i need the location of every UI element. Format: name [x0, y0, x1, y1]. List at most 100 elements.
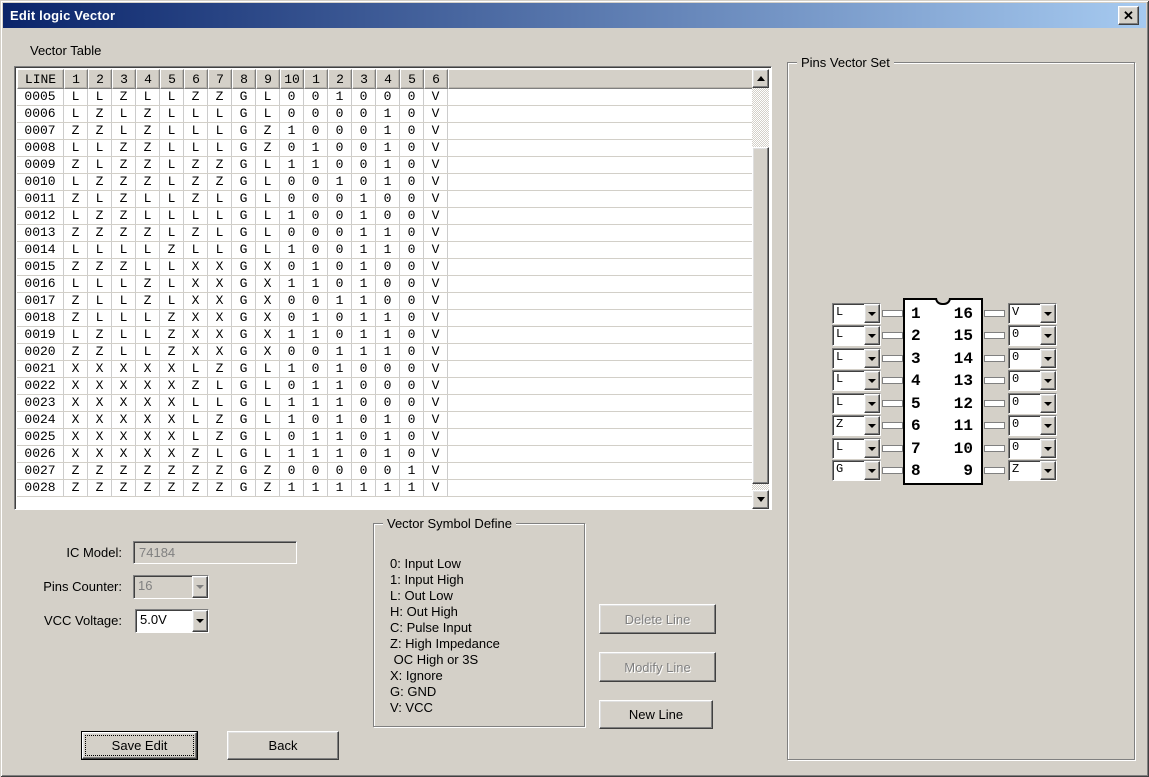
vector-value-cell: 0: [280, 225, 304, 241]
table-row-0011[interactable]: 0011ZLZLLZLGL000100V: [17, 191, 754, 208]
pin-3-dropdown-button[interactable]: [864, 349, 880, 368]
table-row-0025[interactable]: 0025XXXXXLZGL011010V: [17, 429, 754, 446]
vector-value-cell: 1: [304, 429, 328, 445]
table-row-0026[interactable]: 0026XXXXXZLGL111010V: [17, 446, 754, 463]
vector-value-cell: Z: [88, 225, 112, 241]
pin-2-dropdown[interactable]: L: [832, 325, 881, 346]
pin-14-dropdown[interactable]: 0: [1008, 348, 1057, 369]
pin-15-dropdown[interactable]: 0: [1008, 325, 1057, 346]
pin-8-dropdown[interactable]: G: [832, 460, 881, 481]
close-button[interactable]: ✕: [1118, 6, 1139, 25]
vector-value-cell: 0: [352, 140, 376, 156]
table-row-0017[interactable]: 0017ZLLZLXXGX001100V: [17, 293, 754, 310]
scroll-down-button[interactable]: [752, 490, 769, 509]
pin-8-dropdown-button[interactable]: [864, 461, 880, 480]
vector-value-cell: 1: [352, 225, 376, 241]
table-row-0015[interactable]: 0015ZZZLLXXGX010100V: [17, 259, 754, 276]
vector-value-cell: X: [112, 429, 136, 445]
table-row-0006[interactable]: 0006LZLZLLLGL000010V: [17, 106, 754, 123]
vector-value-cell: X: [136, 395, 160, 411]
table-row-0021[interactable]: 0021XXXXXLZGL101000V: [17, 361, 754, 378]
pin-7-dropdown-button[interactable]: [864, 439, 880, 458]
vector-value-cell: X: [160, 361, 184, 377]
pin-6-dropdown-button[interactable]: [864, 416, 880, 435]
vector-value-cell: Z: [88, 327, 112, 343]
table-row-0014[interactable]: 0014LLLLZLLGL100110V: [17, 242, 754, 259]
table-row-0010[interactable]: 0010LZZZLZZGL001010V: [17, 174, 754, 191]
vector-value-cell: 0: [328, 157, 352, 173]
vector-value-cell: Z: [136, 140, 160, 156]
table-row-0007[interactable]: 0007ZZLZLLLGZ100010V: [17, 123, 754, 140]
vector-value-cell: 0: [280, 378, 304, 394]
table-row-0023[interactable]: 0023XXXXXLLGL111000V: [17, 395, 754, 412]
pin-14-dropdown-button[interactable]: [1040, 349, 1056, 368]
pin-1-dropdown-button[interactable]: [864, 304, 880, 323]
vector-value-cell: 1: [328, 412, 352, 428]
pin-6-dropdown[interactable]: Z: [832, 415, 881, 436]
table-row-0022[interactable]: 0022XXXXXZLGL011000V: [17, 378, 754, 395]
pin-7-dropdown[interactable]: L: [832, 438, 881, 459]
vector-value-cell: L: [256, 361, 280, 377]
vector-value-cell: L: [208, 225, 232, 241]
table-row-0019[interactable]: 0019LZLLZXXGX110110V: [17, 327, 754, 344]
pin-2-dropdown-button[interactable]: [864, 326, 880, 345]
pin-4-dropdown[interactable]: L: [832, 370, 881, 391]
table-row-0013[interactable]: 0013ZZZZLZLGL000110V: [17, 225, 754, 242]
pin-13-dropdown-button[interactable]: [1040, 371, 1056, 390]
table-scrollbar[interactable]: [752, 69, 769, 509]
table-row-0012[interactable]: 0012LZZLLLLGL100100V: [17, 208, 754, 225]
table-row-0009[interactable]: 0009ZLZZLZZGL110010V: [17, 157, 754, 174]
table-row-0027[interactable]: 0027ZZZZZZZGZ000001V: [17, 463, 754, 480]
pin-9-dropdown-button[interactable]: [1040, 461, 1056, 480]
scroll-thumb[interactable]: [752, 147, 769, 484]
pin-15-dropdown-button[interactable]: [1040, 326, 1056, 345]
pin-8-dropdown-value: G: [833, 461, 864, 480]
pin-16-dropdown[interactable]: V: [1008, 303, 1057, 324]
pin-1-dropdown[interactable]: L: [832, 303, 881, 324]
column-header-pin-5: 5: [160, 69, 184, 89]
vector-value-cell: 0: [400, 191, 424, 207]
pin-5-dropdown[interactable]: L: [832, 393, 881, 414]
new-line-button[interactable]: New Line: [599, 700, 713, 729]
pin-13-dropdown[interactable]: 0: [1008, 370, 1057, 391]
vector-value-cell: 1: [352, 242, 376, 258]
vector-value-cell: 1: [376, 123, 400, 139]
save-edit-button[interactable]: Save Edit: [81, 731, 198, 760]
line-number-cell: 0026: [17, 446, 64, 462]
pin-number-7: 7: [911, 440, 935, 459]
table-row-0008[interactable]: 0008LLZZLLLGZ010010V: [17, 140, 754, 157]
pin-11-dropdown-button[interactable]: [1040, 416, 1056, 435]
vector-value-cell: Z: [256, 463, 280, 479]
table-row-0020[interactable]: 0020ZZLLZXXGX001110V: [17, 344, 754, 361]
vector-value-cell: L: [88, 157, 112, 173]
table-row-0024[interactable]: 0024XXXXXLZGL101010V: [17, 412, 754, 429]
pin-12-dropdown-button[interactable]: [1040, 394, 1056, 413]
pin-10-dropdown[interactable]: 0: [1008, 438, 1057, 459]
table-row-0028[interactable]: 0028ZZZZZZZGZ111111V: [17, 480, 754, 497]
pin-3-dropdown[interactable]: L: [832, 348, 881, 369]
vcc-voltage-dropdown[interactable]: 5.0V: [135, 609, 209, 633]
pin-10-dropdown-button[interactable]: [1040, 439, 1056, 458]
pin-number-9: 9: [941, 462, 973, 481]
vector-value-cell: X: [256, 310, 280, 326]
pin-11-dropdown[interactable]: 0: [1008, 415, 1057, 436]
back-button[interactable]: Back: [227, 731, 339, 760]
vector-symbol-define-title: Vector Symbol Define: [383, 516, 516, 531]
pins-vector-set-title: Pins Vector Set: [797, 55, 894, 70]
vcc-voltage-dropdown-button[interactable]: [192, 610, 208, 632]
pin-4-dropdown-button[interactable]: [864, 371, 880, 390]
line-number-cell: 0025: [17, 429, 64, 445]
vector-value-cell: L: [208, 395, 232, 411]
pin-9-dropdown[interactable]: Z: [1008, 460, 1057, 481]
pin-12-dropdown[interactable]: 0: [1008, 393, 1057, 414]
pin-14-stub: [984, 355, 1005, 362]
scroll-up-button[interactable]: [752, 69, 769, 88]
vector-value-cell: L: [88, 310, 112, 326]
vector-value-cell: L: [136, 327, 160, 343]
table-row-0016[interactable]: 0016LLLZLXXGX110100V: [17, 276, 754, 293]
vector-value-cell: 0: [400, 327, 424, 343]
pin-5-dropdown-button[interactable]: [864, 394, 880, 413]
pin-16-dropdown-button[interactable]: [1040, 304, 1056, 323]
table-row-0018[interactable]: 0018ZLLLZXXGX010110V: [17, 310, 754, 327]
table-row-0005[interactable]: 0005LLZLLZZGL001000V: [17, 89, 754, 106]
